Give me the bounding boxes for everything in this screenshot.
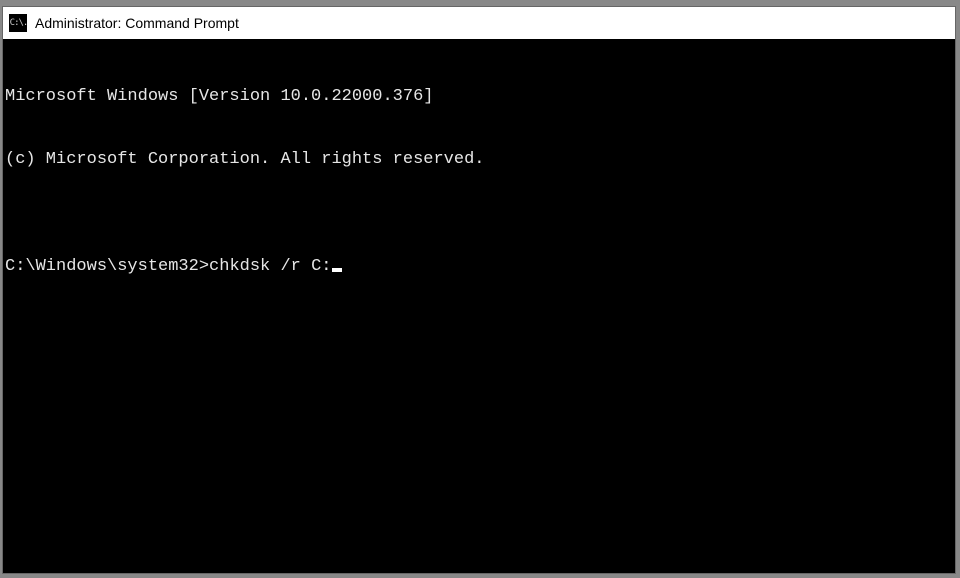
output-line-copyright: (c) Microsoft Corporation. All rights re… [5, 149, 953, 170]
terminal-output[interactable]: Microsoft Windows [Version 10.0.22000.37… [3, 39, 955, 573]
cmd-icon: C:\. [9, 14, 27, 32]
command-prompt-window: C:\. Administrator: Command Prompt Micro… [2, 6, 956, 574]
output-line-version: Microsoft Windows [Version 10.0.22000.37… [5, 86, 953, 107]
command-input[interactable]: chkdsk /r C: [209, 256, 331, 277]
window-title: Administrator: Command Prompt [35, 15, 239, 31]
cursor [332, 268, 342, 272]
prompt-text: C:\Windows\system32> [5, 256, 209, 277]
cmd-icon-text: C:\. [10, 18, 28, 28]
titlebar[interactable]: C:\. Administrator: Command Prompt [3, 7, 955, 39]
prompt-line: C:\Windows\system32>chkdsk /r C: [5, 256, 953, 277]
